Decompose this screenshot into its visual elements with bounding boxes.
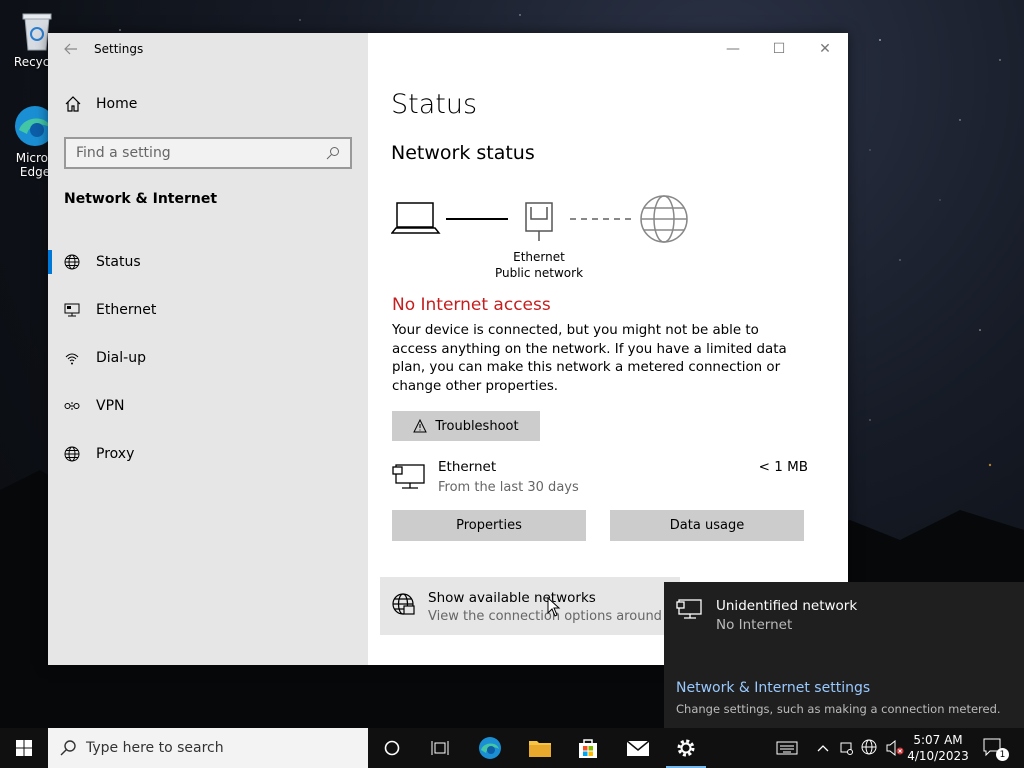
folder-icon: [529, 741, 551, 757]
edge-icon: [479, 737, 501, 759]
network-type: Public network: [494, 266, 584, 280]
data-usage-label: Data usage: [669, 518, 745, 533]
vpn-icon: [64, 398, 80, 414]
store-icon: [579, 739, 597, 758]
sidebar-item-vpn[interactable]: VPN: [48, 382, 368, 430]
search-icon: [326, 147, 339, 160]
sidebar-item-dialup[interactable]: Dial-up: [48, 334, 368, 382]
tray-touch-keyboard[interactable]: [770, 728, 804, 768]
sidebar-item-label: Dial-up: [96, 350, 146, 366]
taskbar: Type here to search 5:07 AM 4/10/2023 1: [0, 728, 1024, 768]
taskbar-edge[interactable]: [466, 728, 514, 768]
mail-icon: [626, 740, 650, 756]
network-globe-icon: [861, 739, 877, 755]
back-arrow-icon: [64, 43, 77, 55]
connection-usage: < 1 MB: [758, 459, 808, 475]
home-icon: [65, 96, 81, 112]
globe-network-icon: [392, 593, 415, 615]
cortana-button[interactable]: [368, 728, 416, 768]
taskbar-file-explorer[interactable]: [516, 728, 564, 768]
sidebar-item-proxy[interactable]: Proxy: [48, 430, 368, 478]
home-link[interactable]: Home: [64, 95, 137, 113]
chevron-up-icon: [817, 745, 829, 752]
taskbar-mail[interactable]: [614, 728, 662, 768]
dialup-icon: [64, 350, 80, 366]
laptop-icon: [391, 202, 441, 234]
home-label: Home: [96, 96, 138, 112]
connection-name: Ethernet: [438, 459, 497, 475]
data-usage-button[interactable]: Data usage: [610, 510, 804, 541]
flyout-network-status: No Internet: [716, 617, 793, 633]
notification-count-badge: 1: [996, 748, 1009, 761]
task-view-icon: [431, 741, 449, 755]
action-center-button[interactable]: 1: [976, 728, 1012, 768]
section-subtitle: Network status: [391, 142, 535, 164]
network-diagram: Ethernet Public network: [391, 193, 711, 283]
flyout-network-item[interactable]: Unidentified network No Internet: [676, 598, 857, 633]
alert-title: No Internet access: [392, 295, 551, 315]
show-available-networks[interactable]: Show available networks View the connect…: [380, 577, 694, 635]
gear-icon: [677, 739, 695, 757]
search-icon: [60, 740, 76, 756]
adapter-name: Ethernet: [513, 250, 565, 264]
ethernet-icon: [676, 599, 702, 619]
clock-date: 4/10/2023: [907, 749, 969, 763]
sidebar-item-label: Proxy: [96, 446, 135, 462]
alert-description: Your device is connected, but you might …: [392, 323, 787, 394]
taskbar-store[interactable]: [564, 728, 612, 768]
taskbar-settings[interactable]: [662, 728, 710, 768]
start-button[interactable]: [0, 728, 48, 768]
clock-time: 5:07 AM: [913, 733, 963, 747]
section-title: Network & Internet: [64, 191, 218, 207]
page-title: Status: [391, 89, 478, 120]
connection-row: Ethernet From the last 30 days < 1 MB: [392, 459, 812, 499]
cortana-icon: [384, 740, 400, 756]
tray-volume[interactable]: [884, 728, 906, 768]
device-icon: [840, 742, 853, 755]
title-bar: Settings: [48, 33, 368, 65]
back-button[interactable]: [48, 33, 94, 65]
tray-device[interactable]: [836, 728, 856, 768]
properties-label: Properties: [456, 518, 522, 533]
network-settings-hint: Change settings, such as making a connec…: [676, 702, 1001, 716]
tray-network[interactable]: [858, 728, 882, 768]
troubleshoot-label: Troubleshoot: [435, 418, 519, 434]
properties-button[interactable]: Properties: [392, 510, 586, 541]
sidebar-item-label: Status: [96, 254, 141, 270]
search-placeholder: Find a setting: [76, 145, 171, 161]
show-networks-title: Show available networks: [428, 590, 596, 606]
task-view-button[interactable]: [416, 728, 464, 768]
ethernet-adapter-icon: [525, 202, 553, 241]
globe-icon: [64, 446, 80, 462]
settings-window: Settings Home Find a setting Network & I…: [48, 33, 848, 665]
main-content: Status Network status Ethernet Public ne…: [368, 33, 848, 665]
sidebar-item-label: Ethernet: [96, 302, 157, 318]
sidebar-item-status[interactable]: Status: [48, 238, 368, 286]
ethernet-icon: [64, 302, 80, 318]
flyout-network-name: Unidentified network: [716, 598, 858, 614]
sidebar-item-label: VPN: [96, 398, 125, 414]
volume-muted-icon: [886, 740, 904, 756]
windows-logo-icon: [16, 740, 32, 756]
sidebar-nav: Status Ethernet Dial-up VPN Proxy: [48, 238, 368, 478]
network-flyout: Unidentified network No Internet Network…: [664, 582, 1024, 728]
network-settings-link[interactable]: Network & Internet settings: [676, 680, 870, 696]
ethernet-icon: [392, 464, 425, 489]
troubleshoot-button[interactable]: Troubleshoot: [392, 411, 540, 441]
find-setting-input[interactable]: Find a setting: [64, 137, 352, 169]
connection-period: From the last 30 days: [438, 480, 579, 495]
globe-icon: [64, 254, 80, 270]
globe-icon: [640, 195, 688, 243]
taskbar-search-placeholder: Type here to search: [86, 740, 224, 756]
show-networks-subtitle: View the connection options around you.: [428, 609, 695, 624]
mouse-cursor-icon: [547, 597, 561, 617]
taskbar-search-input[interactable]: Type here to search: [48, 728, 368, 768]
warning-icon: [413, 419, 428, 433]
window-title: Settings: [94, 42, 144, 56]
sidebar-item-ethernet[interactable]: Ethernet: [48, 286, 368, 334]
sidebar: Settings Home Find a setting Network & I…: [48, 33, 368, 665]
taskbar-clock[interactable]: 5:07 AM 4/10/2023: [906, 732, 970, 764]
keyboard-icon: [776, 741, 798, 755]
tray-show-hidden[interactable]: [812, 728, 834, 768]
